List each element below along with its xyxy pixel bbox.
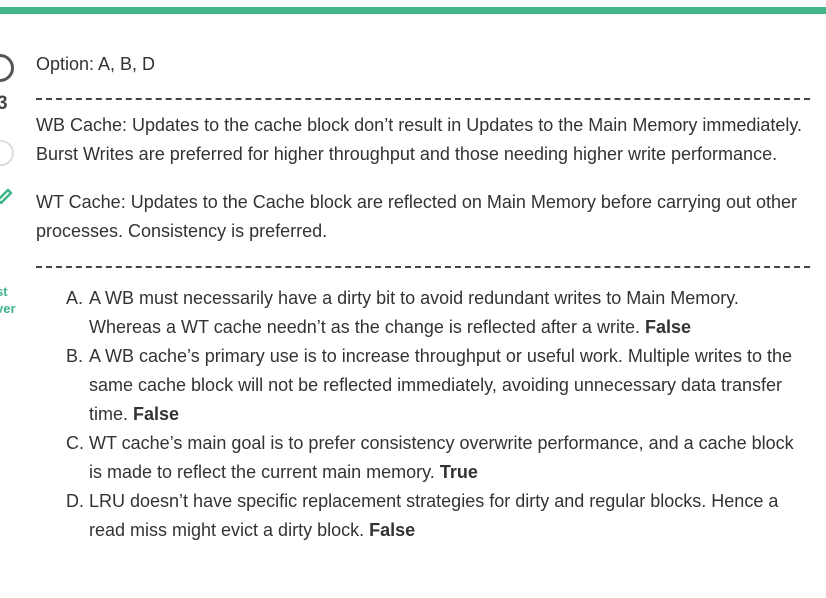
question-number: 3 bbox=[0, 93, 8, 114]
answer-letter: A. bbox=[66, 288, 84, 308]
pencil-icon[interactable] bbox=[0, 186, 14, 204]
answer-letter: D. bbox=[66, 491, 84, 511]
answer-text: A WB must necessarily have a dirty bit t… bbox=[89, 288, 739, 337]
answer-text: LRU doesn’t have specific replacement st… bbox=[89, 491, 779, 540]
answer-letter: C. bbox=[66, 433, 84, 453]
selected-options: Option: A, B, D bbox=[36, 54, 156, 74]
top-accent-bar bbox=[0, 7, 826, 14]
answer-verdict: False bbox=[133, 404, 180, 424]
explanation-wb: WB Cache: Updates to the cache block don… bbox=[36, 115, 803, 164]
answer-verdict: False bbox=[369, 520, 416, 540]
dashed-divider bbox=[36, 98, 810, 100]
explanation-wt: WT Cache: Updates to the Cache block are… bbox=[36, 192, 798, 241]
answer-text: A WB cache’s primary use is to increase … bbox=[89, 346, 792, 424]
gutter-label-bottom: ver bbox=[0, 301, 16, 316]
answer-letter: B. bbox=[66, 346, 84, 366]
left-gutter: 3 st ver bbox=[0, 0, 30, 598]
answer-item-b: B. A WB cache’s primary use is to increa… bbox=[36, 342, 810, 429]
answer-verdict: False bbox=[644, 317, 691, 337]
question-status-circle[interactable] bbox=[0, 54, 14, 82]
answer-item-d: D. LRU doesn’t have specific replacement… bbox=[36, 487, 810, 545]
gutter-label-top: st bbox=[0, 284, 8, 299]
option-radio-circle[interactable] bbox=[0, 140, 14, 166]
answer-item-c: C. WT cache’s main goal is to prefer con… bbox=[36, 429, 810, 487]
answer-item-a: A. A WB must necessarily have a dirty bi… bbox=[36, 284, 810, 342]
answer-list: A. A WB must necessarily have a dirty bi… bbox=[36, 284, 810, 545]
dashed-divider bbox=[36, 266, 810, 268]
answer-content: Option: A, B, D WB Cache: Updates to the… bbox=[36, 50, 810, 545]
answer-verdict: True bbox=[439, 462, 478, 482]
